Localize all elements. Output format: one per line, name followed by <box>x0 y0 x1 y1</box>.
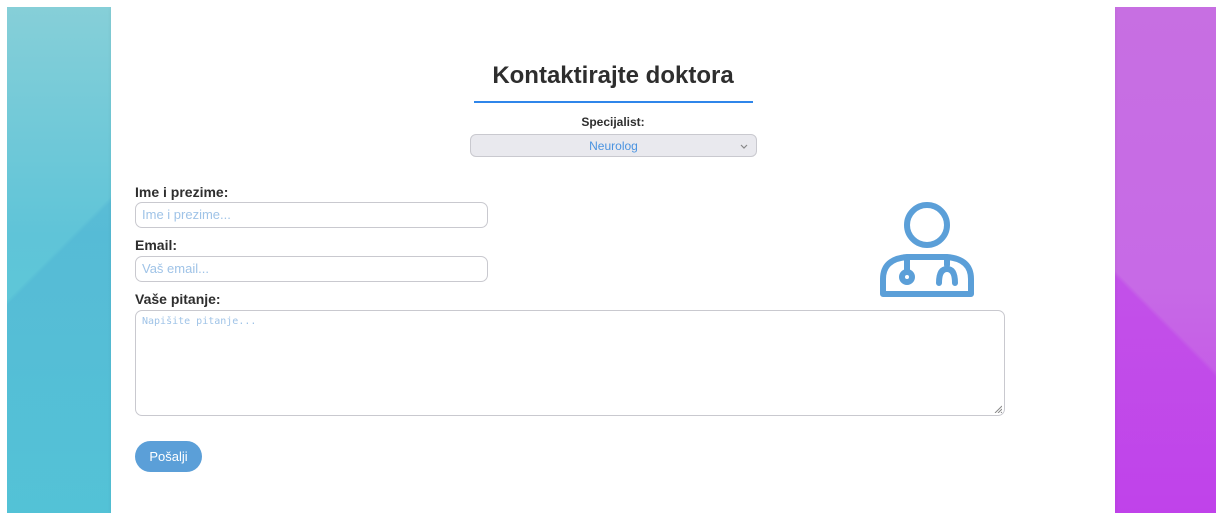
page: Kontaktirajte doktora Specijalist: Neuro… <box>7 7 1216 513</box>
right-background-panel <box>1115 7 1216 513</box>
question-textarea[interactable]: Napišite pitanje... <box>135 310 1005 416</box>
name-input[interactable]: Ime i prezime... <box>135 202 488 228</box>
question-placeholder: Napišite pitanje... <box>142 316 257 327</box>
send-button[interactable]: Pošalji <box>135 441 202 472</box>
name-label: Ime i prezime: <box>135 184 229 200</box>
resize-grip-icon[interactable] <box>994 405 1002 413</box>
email-label: Email: <box>135 237 178 253</box>
specialist-select[interactable]: Neurolog <box>470 134 757 157</box>
contact-card: Kontaktirajte doktora Specijalist: Neuro… <box>111 7 1115 513</box>
question-label: Vaše pitanje: <box>135 291 221 307</box>
specialist-selected-value: Neurolog <box>589 139 638 153</box>
page-title: Kontaktirajte doktora <box>492 62 734 89</box>
chevron-down-icon <box>740 135 748 167</box>
title-underline <box>474 101 753 103</box>
name-placeholder: Ime i prezime... <box>142 207 231 222</box>
email-placeholder: Vaš email... <box>142 261 209 276</box>
left-background-panel <box>7 7 111 513</box>
email-input[interactable]: Vaš email... <box>135 256 488 282</box>
doctor-icon <box>880 202 974 297</box>
specialist-label: Specijalist: <box>581 115 645 129</box>
